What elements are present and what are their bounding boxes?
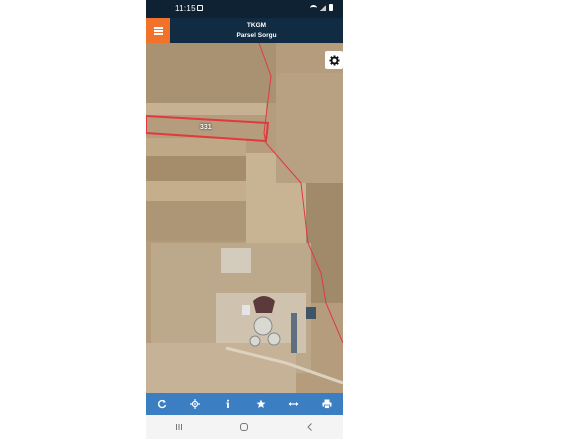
print-button[interactable] [318, 395, 336, 413]
battery-icon [329, 4, 333, 11]
menu-button[interactable] [146, 18, 170, 43]
recents-icon [175, 424, 182, 430]
gear-icon [328, 54, 340, 66]
refresh-icon [158, 399, 167, 409]
satellite-imagery [146, 43, 343, 393]
print-icon [322, 399, 332, 409]
wifi-icon [310, 4, 317, 11]
app-header: TKGM Parsel Sorgu [146, 18, 343, 43]
status-time: 11:15 [175, 4, 196, 13]
favorites-button[interactable] [252, 395, 270, 413]
parcel-number-label: 331 [200, 124, 212, 131]
refresh-button[interactable] [153, 395, 171, 413]
hamburger-icon [153, 27, 163, 35]
app-subtitle: Parsel Sorgu [236, 32, 277, 39]
app-title: TKGM [246, 22, 267, 29]
measure-button[interactable] [285, 395, 303, 413]
star-icon [256, 399, 266, 408]
map-view[interactable]: 331 [146, 43, 343, 393]
bottom-toolbar [146, 393, 343, 415]
system-nav-bar [146, 415, 343, 439]
info-button[interactable] [219, 395, 237, 413]
photo-icon [197, 5, 203, 11]
status-bar: 11:15 [146, 0, 343, 18]
phone-screen: 11:15 TKGM Parsel Sorgu 331 [146, 0, 343, 439]
back-icon [307, 423, 312, 431]
recents-button[interactable] [169, 417, 189, 437]
measure-icon [288, 402, 299, 406]
status-icons [310, 4, 333, 11]
info-icon [226, 399, 230, 408]
locate-icon [190, 399, 201, 409]
home-icon [240, 423, 249, 431]
settings-button[interactable] [325, 51, 343, 69]
signal-icon [320, 4, 326, 11]
locate-button[interactable] [186, 395, 204, 413]
home-button[interactable] [234, 417, 254, 437]
back-button[interactable] [300, 417, 320, 437]
